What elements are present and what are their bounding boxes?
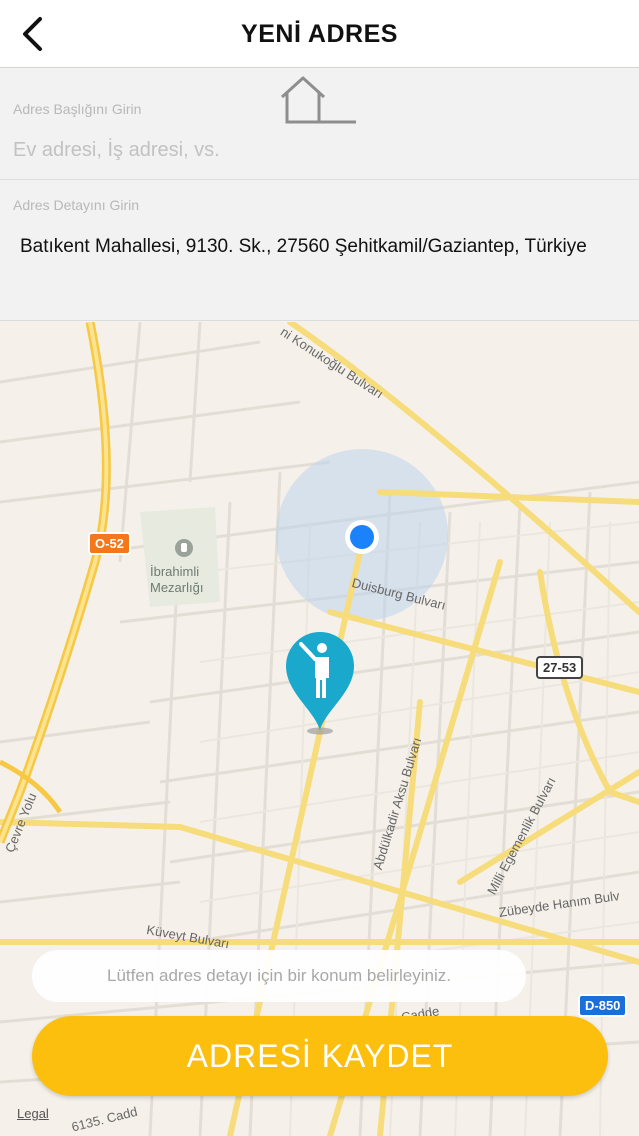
navigation-bar: YENİ ADRES — [0, 0, 639, 68]
form-divider — [0, 179, 639, 180]
address-title-label: Adres Başlığını Girin — [13, 101, 142, 117]
map-view[interactable]: ni Konukoğlu Bulvarı Duisburg Bulvarı İb… — [0, 322, 639, 1136]
map-label-mezarligi: Mezarlığı — [150, 580, 204, 595]
address-detail-label: Adres Detayını Girin — [13, 197, 140, 213]
route-badge-d850: D-850 — [578, 994, 628, 1017]
map-label-ibrahimli: İbrahimli — [150, 564, 200, 579]
address-title-input[interactable]: Ev adresi, İş adresi, vs. — [13, 139, 220, 162]
current-location-dot — [345, 520, 379, 554]
route-badge-2753: 27-53 — [536, 656, 584, 679]
legal-link[interactable]: Legal — [17, 1106, 49, 1121]
save-address-button[interactable]: ADRESİ KAYDET — [32, 1016, 608, 1096]
address-detail-input[interactable]: Batıkent Mahallesi, 9130. Sk., 27560 Şeh… — [20, 232, 620, 261]
route-badge-o52: O-52 — [88, 532, 131, 555]
page-title: YENİ ADRES — [241, 20, 398, 48]
cemetery-icon — [175, 539, 193, 557]
person-pin-icon[interactable] — [284, 630, 356, 736]
address-form: Adres Başlığını Girin Ev adresi, İş adre… — [0, 69, 639, 321]
home-icon — [280, 76, 356, 124]
location-hint: Lütfen adres detayı için bir konum belir… — [32, 950, 526, 1002]
